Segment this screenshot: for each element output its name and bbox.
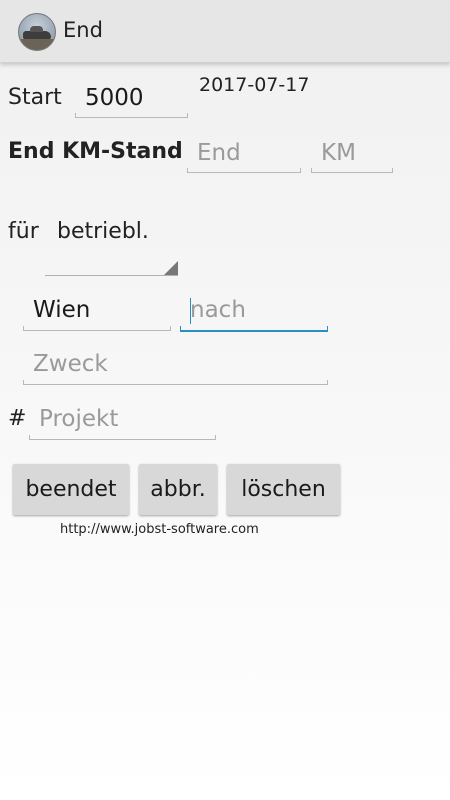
end-input[interactable]: End bbox=[187, 138, 301, 173]
start-label: Start bbox=[8, 85, 62, 110]
text-cursor bbox=[190, 298, 191, 324]
page-title: End bbox=[63, 18, 103, 42]
app-car-icon[interactable] bbox=[18, 13, 56, 51]
hash-label: # bbox=[8, 406, 27, 431]
zweck-input[interactable]: Zweck bbox=[23, 349, 328, 385]
to-input[interactable]: nach bbox=[180, 295, 328, 332]
delete-button[interactable]: löschen bbox=[227, 464, 340, 515]
website-link[interactable]: http://www.jobst-software.com bbox=[60, 522, 259, 537]
end-km-label: End KM-Stand bbox=[8, 139, 183, 164]
km-input[interactable]: KM bbox=[311, 138, 393, 173]
projekt-input[interactable]: Projekt bbox=[29, 404, 216, 440]
dropdown-arrow-icon bbox=[164, 261, 178, 275]
from-input[interactable]: Wien bbox=[23, 295, 171, 331]
abort-button[interactable]: abbr. bbox=[139, 464, 217, 515]
start-km-input[interactable]: 5000 bbox=[75, 83, 188, 118]
action-bar: End bbox=[0, 0, 450, 63]
date-text: 2017-07-17 bbox=[199, 74, 310, 96]
finish-button[interactable]: beendet bbox=[13, 464, 129, 515]
purpose-label: für bbox=[8, 219, 39, 244]
to-placeholder: nach bbox=[190, 297, 246, 323]
purpose-dropdown[interactable] bbox=[45, 261, 178, 276]
purpose-value: betriebl. bbox=[57, 219, 149, 244]
